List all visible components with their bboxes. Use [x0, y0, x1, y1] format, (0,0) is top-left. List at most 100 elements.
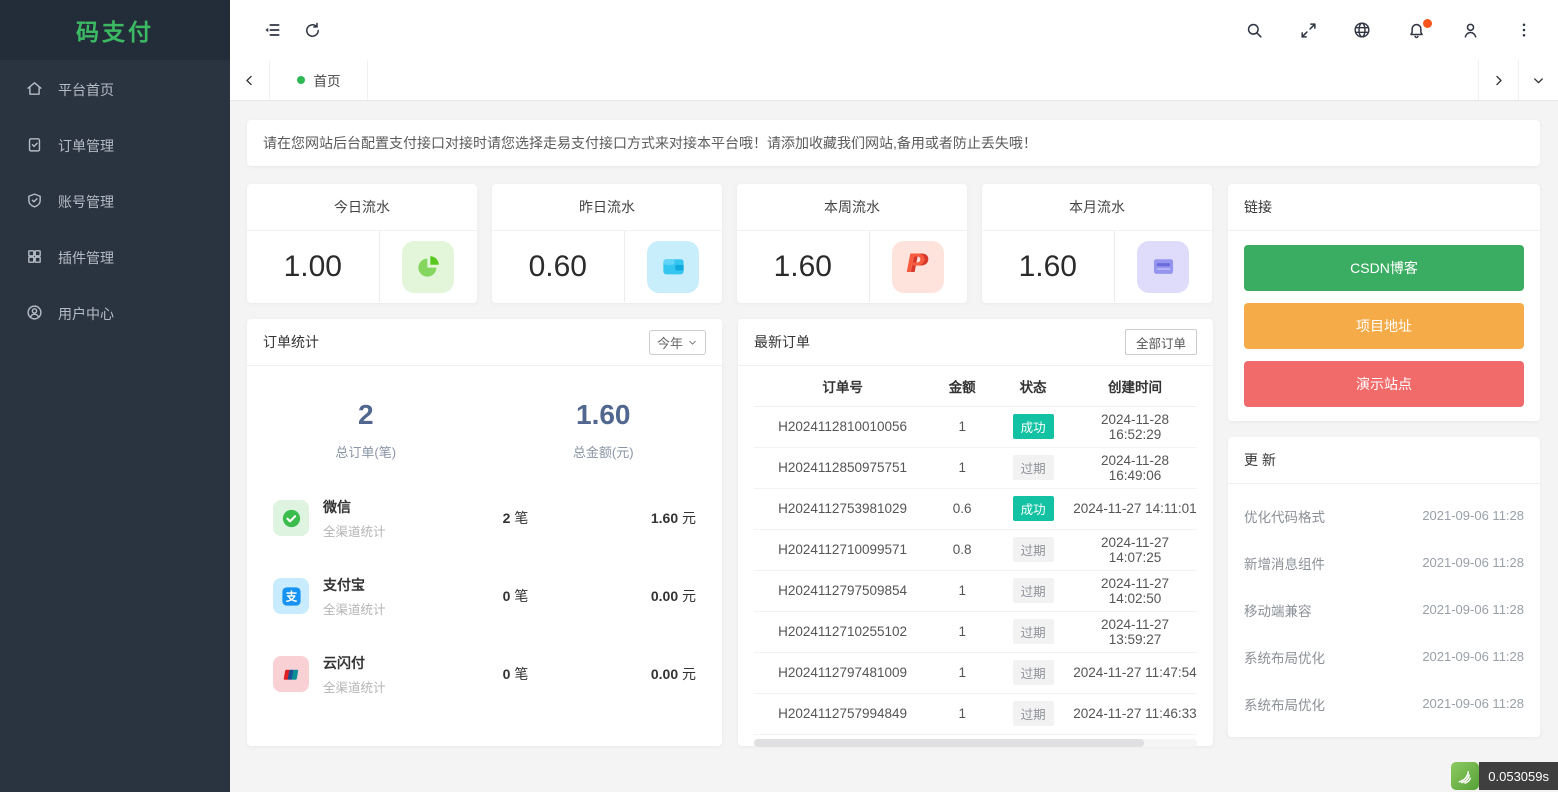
tabs-scroll-left-button[interactable] [230, 60, 270, 100]
page-timing-badge: 0.053059s [1451, 762, 1558, 790]
sidebar-item-home[interactable]: 平台首页 [0, 62, 230, 118]
chevron-down-icon [687, 337, 698, 348]
total-orders-label: 总订单(笔) [247, 442, 485, 461]
status-badge: 过期 [1013, 701, 1054, 726]
table-row: H20241128100100561 成功 2024-11-28 16:52:2… [754, 406, 1197, 447]
tabs-scroll-right-button[interactable] [1478, 60, 1518, 100]
list-item: 优化代码格式 2021-09-06 11:28 [1244, 492, 1524, 539]
status-badge: 过期 [1013, 660, 1054, 685]
total-amount-value: 1.60 [485, 399, 723, 431]
total-amount-label: 总金额(元) [485, 442, 723, 461]
wallet-icon [647, 241, 699, 293]
main-content: 请在您网站后台配置支付接口对接时请您选择走易支付接口方式来对接本平台哦！请添加收… [230, 101, 1558, 746]
links-title: 链接 [1244, 197, 1272, 217]
col-amount: 金额 [931, 366, 993, 406]
order-statistics-card: 订单统计 今年 2 总订单(笔) 1.60 总金额(元) [247, 319, 722, 746]
col-created: 创建时间 [1073, 366, 1197, 406]
shield-check-icon [26, 192, 43, 212]
active-tab-dot [297, 76, 305, 84]
table-row: H20241127975098541 过期 2024-11-27 14:02:5… [754, 570, 1197, 611]
wechat-pay-icon [273, 500, 309, 536]
collapse-sidebar-button[interactable] [252, 10, 292, 50]
tabs-menu-dropdown-button[interactable] [1518, 60, 1558, 100]
stat-title: 本月流水 [982, 184, 1212, 231]
thinkphp-logo-icon[interactable] [1451, 762, 1479, 790]
sidebar-item-label: 订单管理 [58, 136, 114, 156]
notice-bar: 请在您网站后台配置支付接口对接时请您选择走易支付接口方式来对接本平台哦！请添加收… [247, 120, 1540, 166]
user-profile-icon[interactable] [1450, 10, 1490, 50]
channel-row-unionpay: 云闪付 全渠道统计 0 笔 0.00 元 [273, 645, 696, 703]
stat-value: 1.60 [737, 231, 869, 302]
project-url-button[interactable]: 项目地址 [1244, 303, 1524, 349]
sidebar-item-user-center[interactable]: 用户中心 [0, 286, 230, 342]
notifications-bell-icon[interactable] [1396, 10, 1436, 50]
status-badge: 成功 [1013, 496, 1054, 521]
order-statistics-title: 订单统计 [263, 332, 319, 352]
table-row: H20241127102551021 过期 2024-11-27 13:59:2… [754, 611, 1197, 652]
svg-text:支: 支 [284, 589, 297, 603]
table-row: H20241127579948491 过期 2024-11-27 11:46:3… [754, 693, 1197, 734]
tabbar: 首页 [230, 60, 1558, 101]
status-badge: 过期 [1013, 537, 1054, 562]
stat-title: 今日流水 [247, 184, 477, 231]
demo-site-button[interactable]: 演示站点 [1244, 361, 1524, 407]
status-badge: 过期 [1013, 578, 1054, 603]
tabbar-filler [368, 60, 1478, 100]
clipboard-icon [26, 136, 43, 156]
col-order-id: 订单号 [754, 366, 931, 406]
fullscreen-icon[interactable] [1288, 10, 1328, 50]
stat-card-today: 今日流水 1.00 [247, 184, 477, 303]
year-range-select[interactable]: 今年 [649, 330, 706, 355]
app-logo: 码支付 [0, 0, 230, 60]
stat-value: 1.00 [247, 231, 379, 302]
all-orders-button[interactable]: 全部订单 [1125, 329, 1197, 355]
latest-orders-card: 最新订单 全部订单 订单号 金额 状态 创建时间 [738, 319, 1213, 746]
sidebar-item-label: 插件管理 [58, 248, 114, 268]
channel-row-alipay: 支 支付宝 全渠道统计 0 笔 0.00 元 [273, 567, 696, 625]
stats-row: 今日流水 1.00 昨日流水 0.60 [247, 184, 1213, 303]
tab-label: 首页 [314, 70, 341, 90]
table-row: H20241127539810290.6 成功 2024-11-27 14:11… [754, 488, 1197, 529]
alipay-icon: 支 [273, 578, 309, 614]
render-time-value: 0.053059s [1479, 762, 1558, 790]
orders-table: 订单号 金额 状态 创建时间 H20241128100100561 成功 [754, 366, 1197, 735]
stat-value: 0.60 [492, 231, 624, 302]
status-badge: 过期 [1013, 619, 1054, 644]
range-selected-value: 今年 [657, 333, 683, 352]
language-globe-icon[interactable] [1342, 10, 1382, 50]
stat-value: 1.60 [982, 231, 1114, 302]
tab-home[interactable]: 首页 [270, 60, 368, 100]
latest-orders-title: 最新订单 [754, 332, 810, 352]
bank-card-icon [1137, 241, 1189, 293]
pie-chart-icon [402, 241, 454, 293]
stat-card-week: 本周流水 1.60 PP [737, 184, 967, 303]
stat-card-month: 本月流水 1.60 [982, 184, 1212, 303]
notification-dot [1423, 19, 1432, 28]
col-status: 状态 [993, 366, 1073, 406]
table-horizontal-scrollbar [754, 739, 1197, 747]
list-item: 系统布局优化 2021-09-06 11:28 [1244, 633, 1524, 680]
list-item: 系统布局优化 2021-09-06 11:28 [1244, 680, 1524, 727]
table-row: H20241128509757511 过期 2024-11-28 16:49:0… [754, 447, 1197, 488]
sidebar-item-label: 平台首页 [58, 80, 114, 100]
sidebar-item-accounts[interactable]: 账号管理 [0, 174, 230, 230]
unionpay-icon [273, 656, 309, 692]
refresh-button[interactable] [292, 10, 332, 50]
topbar [230, 0, 1558, 60]
paypal-icon: PP [892, 241, 944, 293]
stat-title: 本周流水 [737, 184, 967, 231]
grid-icon [26, 248, 43, 268]
more-options-icon[interactable] [1504, 10, 1544, 50]
scrollbar-thumb[interactable] [754, 739, 1144, 747]
status-badge: 成功 [1013, 414, 1054, 439]
sidebar-item-orders[interactable]: 订单管理 [0, 118, 230, 174]
home-icon [26, 80, 43, 100]
csdn-blog-button[interactable]: CSDN博客 [1244, 245, 1524, 291]
sidebar-item-plugins[interactable]: 插件管理 [0, 230, 230, 286]
list-item: 新增消息组件 2021-09-06 11:28 [1244, 539, 1524, 586]
search-icon[interactable] [1234, 10, 1274, 50]
updates-title: 更 新 [1244, 450, 1276, 470]
links-card: 链接 CSDN博客 项目地址 演示站点 [1228, 184, 1540, 421]
list-item: 移动端兼容 2021-09-06 11:28 [1244, 586, 1524, 633]
table-row: H20241127100995710.8 过期 2024-11-27 14:07… [754, 529, 1197, 570]
